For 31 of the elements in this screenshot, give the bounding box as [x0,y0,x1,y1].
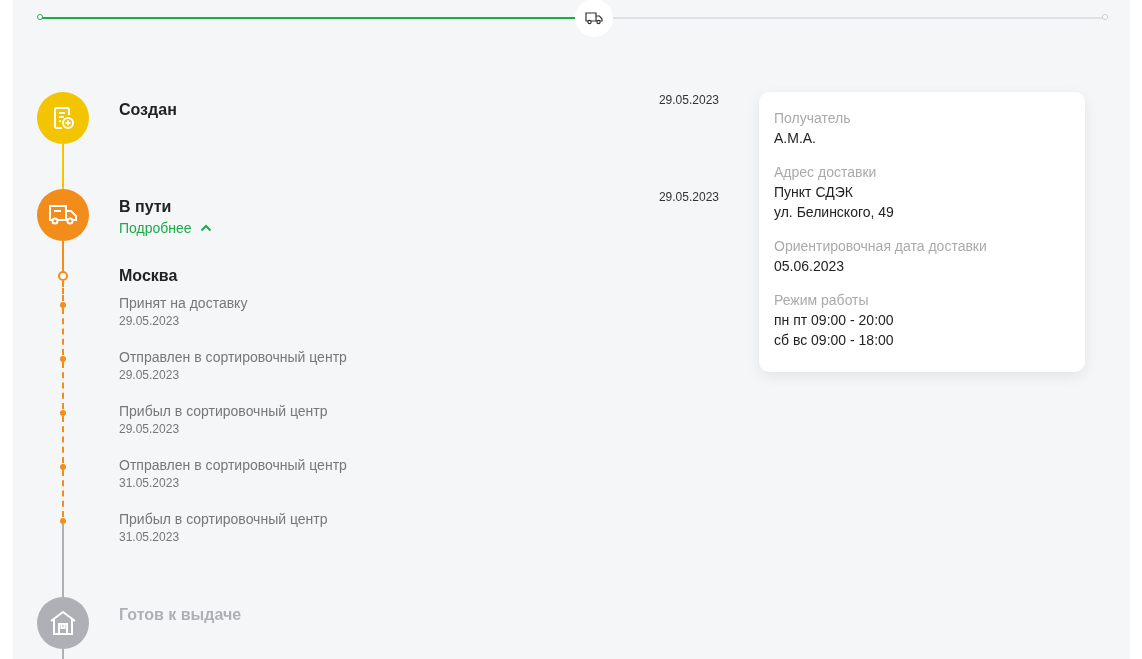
progress-end-dot [1102,14,1108,20]
field-label: Получатель [774,109,852,128]
event-text: Принят на доставку [119,295,249,311]
event-text: Прибыл в сортировочный центр [119,403,329,419]
field-value: А.М.А. [774,129,817,148]
details-link[interactable]: Подробнее [119,220,212,236]
stage-title: Готов к выдаче [119,606,242,624]
progress-start-dot [37,14,43,20]
stage-title: В пути [119,198,173,216]
stage-title: Создан [119,101,177,119]
event-text: Отправлен в сортировочный центр [119,457,348,473]
event-date: 29.05.2023 [119,314,181,328]
field-label: Ориентировочная дата доставки [774,237,988,256]
event-text: Прибыл в сортировочный центр [119,511,329,527]
chevron-icon [199,224,212,232]
field-value: сб вс 09:00 - 18:00 [774,331,895,350]
event-date: 31.05.2023 [119,476,181,490]
event-text: Отправлен в сортировочный центр [119,349,348,365]
event-date: 29.05.2023 [119,422,181,436]
field-value: Пункт СДЭК [774,183,854,202]
event-date: 29.05.2023 [119,368,181,382]
event-dot [60,518,66,524]
stage-date: 29.05.2023 [658,190,719,204]
field-label: Адрес доставки [774,163,878,182]
stage-date: 29.05.2023 [658,93,719,107]
event-date: 31.05.2023 [119,530,181,544]
field-label: Режим работы [774,291,870,310]
city-name: Москва [119,267,179,285]
field-value: ул. Белинского, 49 [774,203,895,222]
field-value: 05.06.2023 [774,257,846,276]
field-value: пн пт 09:00 - 20:00 [774,311,895,330]
